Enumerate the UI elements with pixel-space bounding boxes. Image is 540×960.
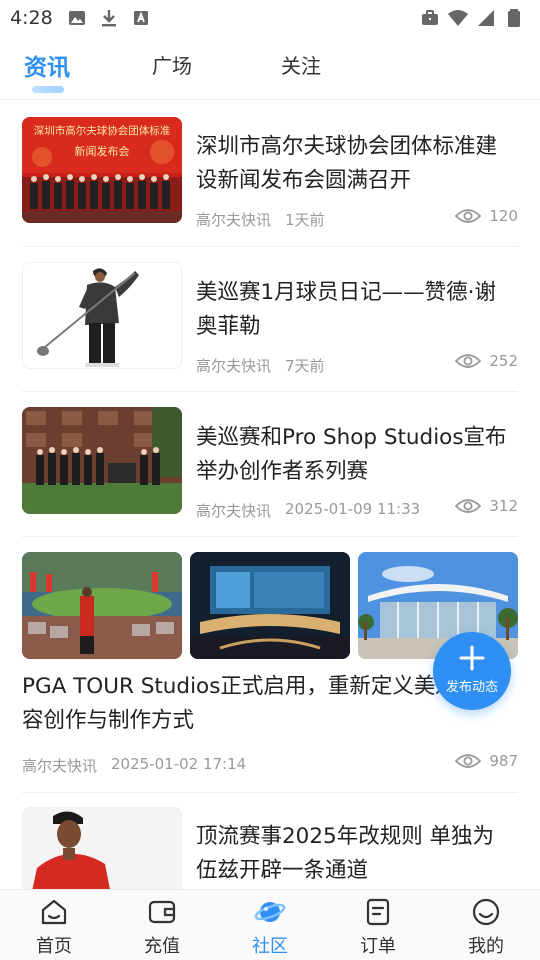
app-notification-icon bbox=[133, 11, 148, 25]
image-notification-icon bbox=[68, 11, 85, 25]
article-item[interactable]: 顶流赛事2025年改规则 单独为 伍兹开辟一条通道 bbox=[0, 793, 540, 889]
wallet-icon bbox=[148, 900, 176, 924]
eye-icon bbox=[455, 499, 482, 513]
nav-label: 首页 bbox=[36, 936, 72, 957]
nav-label: 充值 bbox=[144, 936, 180, 957]
signal-icon bbox=[478, 10, 494, 26]
article-title-line: 举办创作者系列赛 bbox=[196, 459, 369, 484]
article-title-line: 深圳市高尔夫球协会团体标准建 bbox=[196, 134, 498, 159]
nav-label: 订单 bbox=[360, 936, 396, 957]
nav-item-community[interactable]: 社区 bbox=[216, 890, 324, 960]
nav-item-home[interactable]: 首页 bbox=[0, 890, 108, 960]
bottom-nav: 首页 充值 社区 订单 我的 bbox=[0, 889, 540, 960]
article-source: 高尔夫快讯 bbox=[196, 211, 272, 229]
group-photo bbox=[22, 407, 182, 514]
article-time: 2025-01-09 11:33 bbox=[285, 500, 421, 518]
view-count: 120 bbox=[455, 207, 518, 225]
article-item[interactable]: 美巡赛和Pro Shop Studios宣布 举办创作者系列赛 高尔夫快讯 20… bbox=[0, 392, 540, 537]
status-system-icons bbox=[420, 8, 524, 28]
article-title[interactable]: 顶流赛事2025年改规则 单独为 伍兹开辟一条通道 bbox=[196, 820, 494, 888]
article-thumbnail: 深圳市高尔夫球协会团体标准 新闻发布会 bbox=[22, 117, 182, 223]
article-thumbnail bbox=[22, 407, 182, 514]
article-meta: 高尔夫快讯 7天前 bbox=[196, 355, 325, 376]
article-title-line: 奥菲勒 bbox=[196, 314, 261, 339]
view-count: 252 bbox=[455, 352, 518, 370]
eye-icon bbox=[455, 354, 482, 368]
article-meta: 高尔夫快讯 1天前 bbox=[196, 209, 325, 230]
tab-following[interactable]: 关注 bbox=[281, 50, 321, 79]
tab-news[interactable]: 资讯 bbox=[24, 48, 70, 82]
article-time: 1天前 bbox=[285, 211, 325, 229]
article-title-line: 容创作与制作方式 bbox=[22, 708, 195, 733]
view-count-value: 252 bbox=[489, 352, 518, 370]
briefcase-icon bbox=[422, 10, 438, 25]
view-count-value: 987 bbox=[489, 752, 518, 770]
article-source: 高尔夫快讯 bbox=[196, 502, 272, 520]
status-time: 4:28 bbox=[10, 7, 53, 29]
article-source: 高尔夫快讯 bbox=[22, 757, 98, 775]
top-tab-bar: 资讯 广场 关注 bbox=[0, 38, 540, 100]
view-count: 312 bbox=[455, 497, 518, 515]
status-notification-icons bbox=[67, 8, 151, 28]
article-meta: 高尔夫快讯 2025-01-02 17:14 bbox=[22, 755, 246, 776]
article-time: 2025-01-02 17:14 bbox=[111, 755, 247, 773]
article-title-line: 设新闻发布会圆满召开 bbox=[196, 168, 412, 193]
article-title-line: 美巡赛和Pro Shop Studios宣布 bbox=[196, 425, 507, 450]
nav-label: 我的 bbox=[468, 936, 504, 957]
article-thumbnail bbox=[22, 807, 182, 889]
article-item[interactable]: 深圳市高尔夫球协会团体标准 新闻发布会 深圳市高尔夫球协会团体标准建 设新闻发布… bbox=[0, 101, 540, 247]
battery-icon bbox=[508, 9, 520, 27]
article-meta: 高尔夫快讯 2025-01-09 11:33 bbox=[196, 500, 420, 521]
article-thumbnail bbox=[22, 262, 182, 369]
golfer-swing-photo bbox=[23, 263, 181, 368]
nav-item-profile[interactable]: 我的 bbox=[432, 890, 540, 960]
active-tab-indicator bbox=[32, 86, 64, 93]
article-source: 高尔夫快讯 bbox=[196, 357, 272, 375]
plus-icon bbox=[459, 645, 485, 671]
article-thumbnail bbox=[190, 552, 350, 659]
nav-item-orders[interactable]: 订单 bbox=[324, 890, 432, 960]
article-title[interactable]: 深圳市高尔夫球协会团体标准建 设新闻发布会圆满召开 bbox=[196, 130, 497, 198]
view-count-value: 120 bbox=[489, 207, 518, 225]
tab-square[interactable]: 广场 bbox=[152, 50, 192, 79]
eye-icon bbox=[455, 754, 482, 768]
nav-label: 社区 bbox=[252, 936, 288, 957]
article-time: 7天前 bbox=[285, 357, 325, 375]
order-icon bbox=[366, 898, 390, 926]
view-count: 987 bbox=[455, 752, 518, 770]
wifi-icon bbox=[448, 10, 468, 26]
eye-icon bbox=[455, 209, 482, 223]
home-icon bbox=[41, 899, 67, 925]
article-title[interactable]: PGA TOUR Studios正式启用，重新定义美巡赛内 容创作与制作方式 bbox=[22, 670, 500, 738]
profile-icon bbox=[472, 898, 500, 926]
banner-text-line1: 深圳市高尔夫球协会团体标准 bbox=[33, 125, 171, 137]
article-title-line: 伍兹开辟一条通道 bbox=[196, 858, 369, 883]
view-count-value: 312 bbox=[489, 497, 518, 515]
news-feed[interactable]: 深圳市高尔夫球协会团体标准 新闻发布会 深圳市高尔夫球协会团体标准建 设新闻发布… bbox=[0, 101, 540, 889]
article-title-line: 顶流赛事2025年改规则 单独为 bbox=[196, 824, 495, 849]
golfer-portrait-photo bbox=[23, 808, 181, 889]
article-item[interactable]: 美巡赛1月球员日记——赞德·谢 奥菲勒 高尔夫快讯 7天前 252 bbox=[0, 247, 540, 392]
article-title-line: PGA TOUR Studios正式启用，重新定义美巡赛内 bbox=[22, 674, 500, 699]
article-thumbnail bbox=[22, 552, 182, 659]
publish-post-button[interactable]: 发布动态 bbox=[433, 632, 511, 710]
nav-item-recharge[interactable]: 充值 bbox=[108, 890, 216, 960]
banner-text-line2: 新闻发布会 bbox=[74, 145, 130, 158]
article-title[interactable]: 美巡赛和Pro Shop Studios宣布 举办创作者系列赛 bbox=[196, 421, 507, 489]
broadcast-studio-photo bbox=[190, 552, 350, 659]
studio-green-photo bbox=[22, 552, 182, 659]
download-notification-icon bbox=[101, 10, 116, 27]
publish-post-label: 发布动态 bbox=[445, 680, 498, 695]
status-bar: 4:28 bbox=[0, 0, 540, 36]
article-title[interactable]: 美巡赛1月球员日记——赞德·谢 奥菲勒 bbox=[196, 276, 496, 344]
planet-icon bbox=[254, 902, 286, 922]
article-title-line: 美巡赛1月球员日记——赞德·谢 bbox=[196, 280, 497, 305]
